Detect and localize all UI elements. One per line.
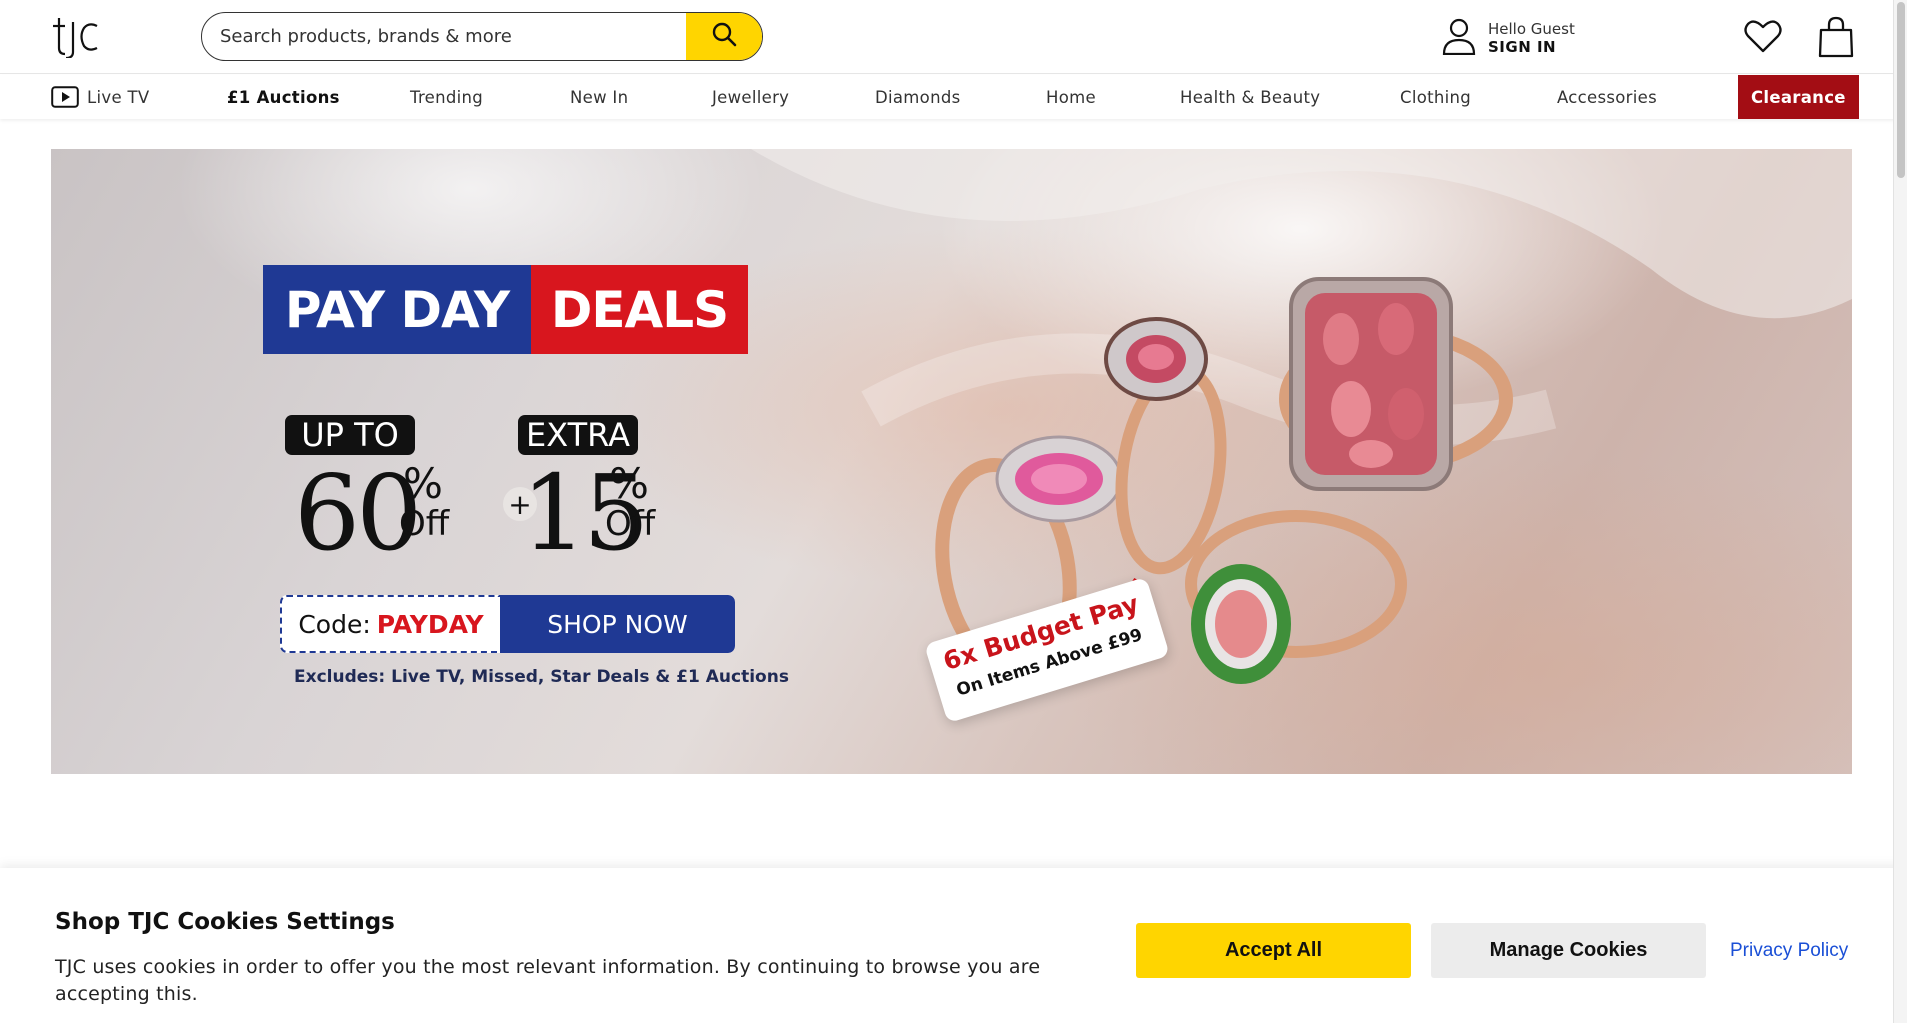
- tjc-logo[interactable]: [51, 12, 101, 60]
- ribbon-left: PAY DAY: [263, 265, 531, 354]
- pay-day-deals-heading: PAY DAY DEALS: [263, 265, 748, 354]
- page-scrollbar[interactable]: [1893, 0, 1907, 1023]
- manage-cookies-button[interactable]: Manage Cookies: [1431, 923, 1706, 978]
- privacy-policy-link[interactable]: Privacy Policy: [1730, 940, 1848, 962]
- account-greeting: Hello Guest: [1488, 20, 1575, 38]
- nav-item-auctions[interactable]: £1 Auctions: [227, 75, 340, 119]
- page: Hello Guest SIGN IN Live TV £1 Auctions …: [0, 0, 1907, 1023]
- search-icon: [711, 21, 737, 52]
- site-header: Hello Guest SIGN IN: [0, 0, 1907, 74]
- account-menu[interactable]: Hello Guest SIGN IN: [1442, 18, 1575, 58]
- nav-item-live-tv[interactable]: Live TV: [51, 75, 149, 119]
- wishlist-button[interactable]: [1744, 18, 1782, 59]
- heart-icon: [1744, 20, 1782, 58]
- nav-item-accessories[interactable]: Accessories: [1557, 75, 1657, 119]
- cookie-banner: Shop TJC Cookies Settings TJC uses cooki…: [0, 868, 1907, 1023]
- main-nav: Live TV £1 Auctions Trending New In Jewe…: [0, 75, 1907, 119]
- bag-icon: [1818, 16, 1854, 62]
- nav-item-health-beauty[interactable]: Health & Beauty: [1180, 75, 1320, 119]
- off-text-main: Off: [399, 504, 450, 544]
- accept-all-button[interactable]: Accept All: [1136, 923, 1411, 978]
- off-text-extra: Off: [605, 504, 656, 544]
- nav-item-new-in[interactable]: New In: [570, 75, 628, 119]
- scrollbar-thumb[interactable]: [1897, 2, 1905, 178]
- cookie-title: Shop TJC Cookies Settings: [55, 909, 395, 935]
- nav-item-clearance[interactable]: Clearance: [1738, 75, 1859, 119]
- user-icon: [1442, 17, 1476, 60]
- percent-sign-extra: %: [609, 459, 649, 508]
- code-value: PAYDAY: [376, 609, 484, 639]
- up-to-pill: UP TO: [285, 415, 415, 455]
- percent-sign-main: %: [403, 459, 443, 508]
- search-input[interactable]: [202, 13, 688, 60]
- nav-item-trending[interactable]: Trending: [410, 75, 483, 119]
- extra-pill: EXTRA: [518, 415, 638, 455]
- shop-now-button[interactable]: SHOP NOW: [500, 595, 735, 653]
- nav-item-jewellery[interactable]: Jewellery: [712, 75, 789, 119]
- code-label: Code:: [298, 609, 371, 639]
- basket-button[interactable]: [1818, 16, 1854, 63]
- account-text: Hello Guest SIGN IN: [1488, 20, 1575, 56]
- nav-item-home[interactable]: Home: [1046, 75, 1096, 119]
- cookie-message: TJC uses cookies in order to offer you t…: [55, 956, 1041, 1005]
- promo-code-box: Code: PAYDAY SHOP NOW: [280, 595, 735, 653]
- promo-code: Code: PAYDAY: [280, 595, 500, 653]
- nav-item-clothing[interactable]: Clothing: [1400, 75, 1471, 119]
- nav-label: Live TV: [87, 87, 150, 107]
- search-button[interactable]: [686, 13, 762, 60]
- sign-in-link[interactable]: SIGN IN: [1488, 38, 1575, 56]
- ribbon-right: DEALS: [531, 265, 748, 354]
- excludes-note: Excludes: Live TV, Missed, Star Deals & …: [294, 667, 789, 687]
- hero-banner[interactable]: PAY DAY DEALS UP TO EXTRA 60 % Off + 15 …: [51, 149, 1852, 774]
- nav-item-diamonds[interactable]: Diamonds: [875, 75, 961, 119]
- search-bar: [201, 12, 763, 61]
- play-icon: [51, 86, 79, 108]
